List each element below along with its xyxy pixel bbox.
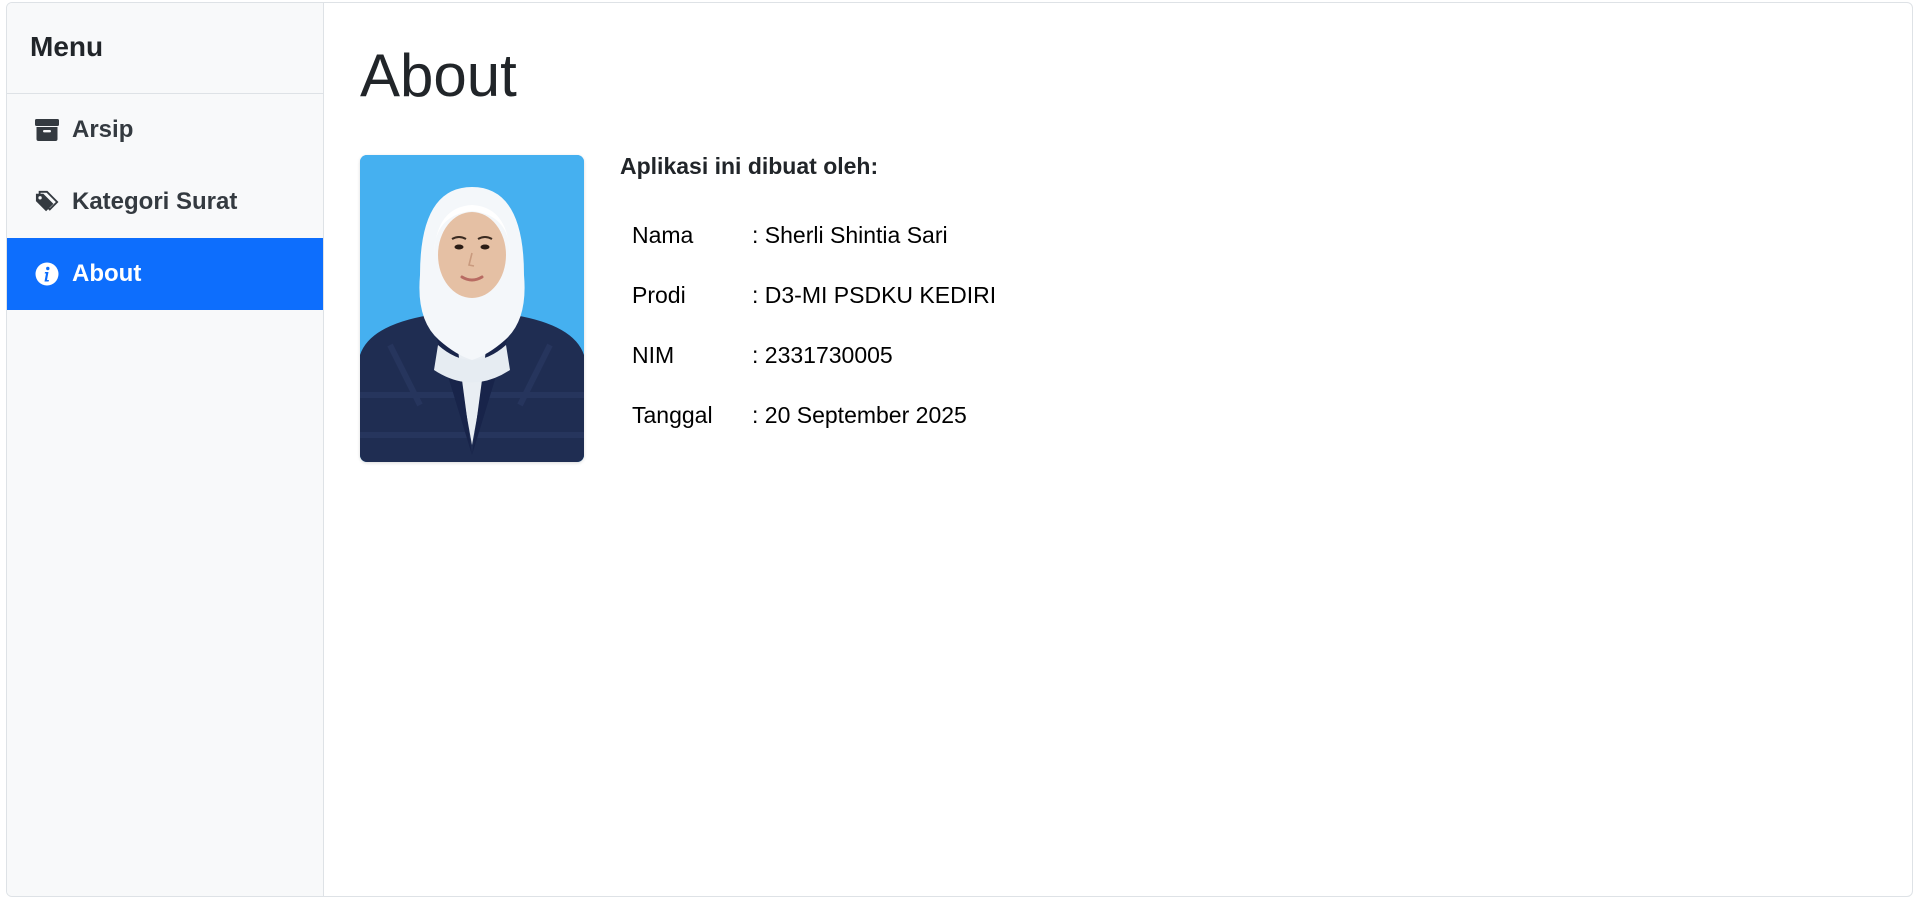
row-value: : 20 September 2025 <box>752 401 967 428</box>
archive-icon <box>35 118 59 142</box>
row-value: : Sherli Shintia Sari <box>752 221 948 248</box>
table-row: Tanggal : 20 September 2025 <box>620 385 1008 445</box>
table-row: Prodi : D3-MI PSDKU KEDIRI <box>620 265 1008 325</box>
row-value: : D3-MI PSDKU KEDIRI <box>752 281 997 308</box>
sidebar-item-label: About <box>72 260 142 287</box>
sidebar-item-about[interactable]: About <box>7 238 323 310</box>
row-label: NIM <box>632 341 675 368</box>
table-row: NIM : 2331730005 <box>620 325 1008 385</box>
page-title: About <box>360 42 517 109</box>
sidebar-item-arsip[interactable]: Arsip <box>7 94 323 166</box>
app-window: Menu Arsip Kategori Surat About About Ap… <box>0 0 1918 897</box>
sidebar-title: Menu <box>7 3 323 94</box>
row-label: Tanggal <box>632 401 713 428</box>
info-heading: Aplikasi ini dibuat oleh: <box>620 153 879 179</box>
table-row: Nama : Sherli Shintia Sari <box>620 205 1008 265</box>
creator-details-table: Nama : Sherli Shintia Sari Prodi : D3-MI… <box>620 205 1008 445</box>
row-value: : 2331730005 <box>752 341 893 368</box>
creator-info: Aplikasi ini dibuat oleh: Nama : Sherli … <box>620 151 1008 445</box>
tag-icon <box>35 190 59 214</box>
row-label: Nama <box>632 221 694 248</box>
sidebar-item-label: Kategori Surat <box>72 188 238 215</box>
sidebar-item-label: Arsip <box>72 116 134 143</box>
profile-photo <box>360 155 584 462</box>
main-content: About Aplikasi ini dibuat oleh: Nama: S… <box>324 3 1912 896</box>
app-frame: Menu Arsip Kategori Surat About About Ap… <box>6 2 1913 897</box>
row-label: Prodi <box>632 281 686 308</box>
info-icon <box>35 262 59 286</box>
sidebar-item-kategori-surat[interactable]: Kategori Surat <box>7 166 323 238</box>
sidebar: Menu Arsip Kategori Surat About <box>7 3 324 896</box>
